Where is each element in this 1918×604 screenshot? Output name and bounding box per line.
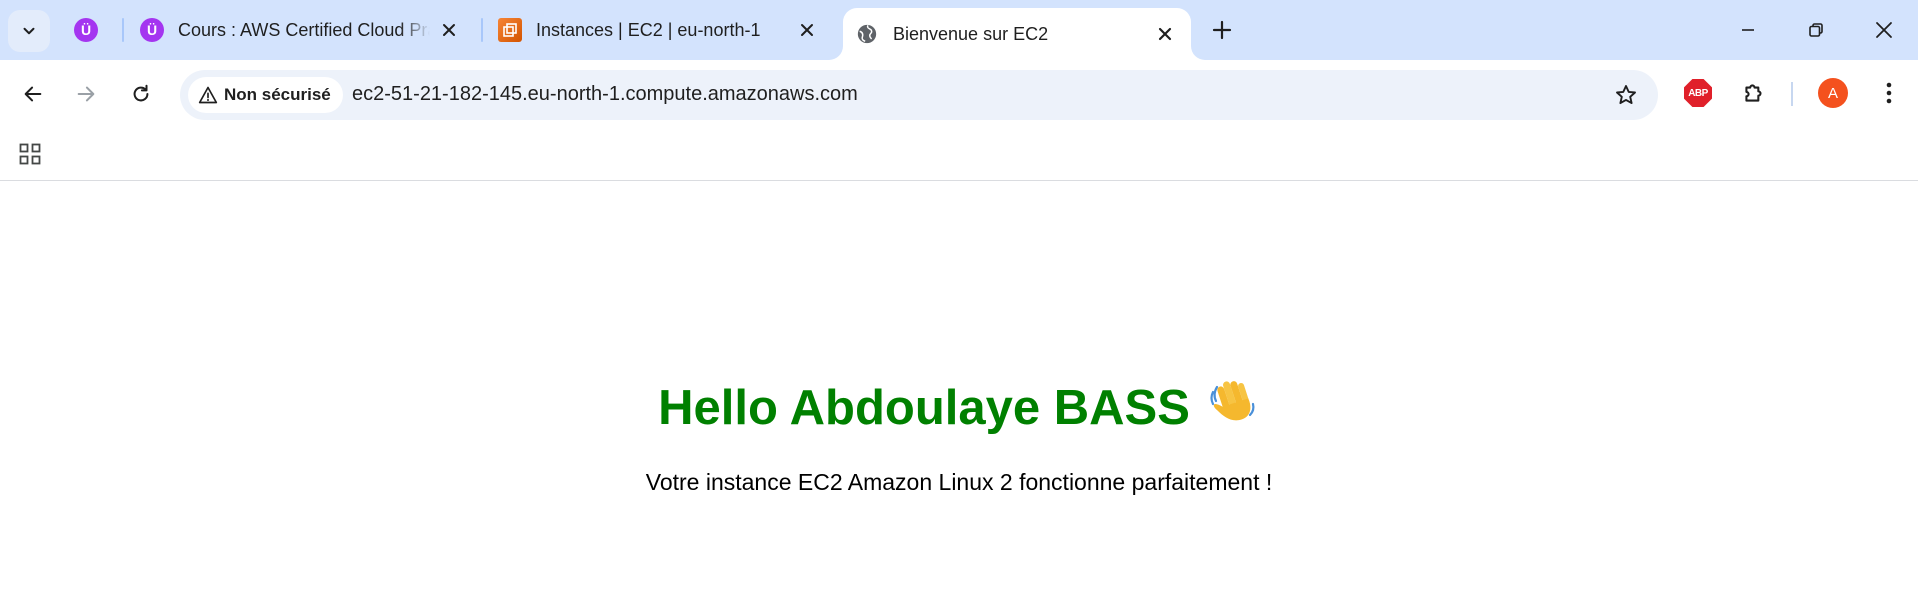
apps-grid-icon: [19, 143, 41, 165]
tab-strip: Ü Ü Cours : AWS Certified Cloud Practiti…: [0, 0, 1918, 60]
arrow-left-icon: [24, 86, 42, 102]
profile-avatar[interactable]: A: [1818, 78, 1848, 108]
apps-button[interactable]: [14, 138, 46, 170]
udemy-icon: Ü: [74, 18, 98, 42]
tab-pinned-udemy[interactable]: Ü: [74, 0, 104, 60]
close-icon: [443, 24, 455, 36]
bookmark-star-button[interactable]: [1612, 81, 1640, 109]
browser-toolbar: Non sécurisé ec2-51-21-182-145.eu-north-…: [0, 60, 1918, 128]
kebab-menu-icon: [1886, 82, 1892, 104]
close-window-button[interactable]: [1850, 0, 1918, 60]
tab-separator: [122, 18, 124, 42]
puzzle-icon: [1745, 84, 1762, 102]
chevron-down-icon: [23, 27, 35, 35]
minimize-icon: [1742, 29, 1754, 31]
tab-bienvenue-ec2[interactable]: Bienvenue sur EC2: [843, 8, 1191, 60]
heading-text: Hello Abdoulaye BASS: [658, 380, 1190, 435]
security-chip[interactable]: Non sécurisé: [188, 77, 343, 113]
tab-ec2-instances[interactable]: Instances | EC2 | eu-north-1: [498, 0, 833, 60]
globe-icon: [855, 22, 879, 46]
adblock-plus-icon: ABP: [1684, 79, 1712, 107]
address-bar[interactable]: Non sécurisé ec2-51-21-182-145.eu-north-…: [180, 70, 1658, 120]
tab-search-button[interactable]: [8, 10, 50, 52]
reload-button[interactable]: [121, 74, 161, 114]
browser-menu-button[interactable]: [1872, 76, 1906, 110]
back-button[interactable]: [13, 74, 53, 114]
waving-hand-icon: [1208, 375, 1260, 439]
tab-separator: [481, 18, 483, 42]
tab-close-button[interactable]: [795, 18, 819, 42]
page-heading: Hello Abdoulaye BASS: [0, 379, 1918, 443]
restore-icon: [1809, 23, 1823, 37]
security-chip-label: Non sécurisé: [224, 85, 331, 104]
udemy-icon: Ü: [140, 18, 164, 42]
warning-icon: [198, 86, 218, 104]
close-icon: [801, 24, 813, 36]
tab-udemy-course[interactable]: Ü Cours : AWS Certified Cloud Practition…: [140, 0, 475, 60]
tab-close-button[interactable]: [1153, 22, 1177, 46]
bookmarks-bar: [0, 128, 1918, 181]
new-tab-button[interactable]: [1206, 14, 1238, 46]
tab-close-button[interactable]: [437, 18, 461, 42]
tab-title: Instances | EC2 | eu-north-1: [536, 19, 761, 40]
page-content: Hello Abdoulaye BASS Votre instance EC2 …: [0, 181, 1918, 604]
status-message: Votre instance EC2 Amazon Linux 2 foncti…: [645, 469, 1273, 495]
tab-title: Bienvenue sur EC2: [893, 23, 1049, 44]
plus-icon: [1212, 20, 1232, 40]
star-icon: [1616, 85, 1636, 105]
adblock-plus-extension[interactable]: ABP: [1681, 76, 1715, 110]
arrow-right-icon: [77, 86, 95, 102]
extensions-button[interactable]: [1737, 76, 1771, 110]
tab-title: Cours : AWS Certified Cloud Practitioner: [178, 19, 430, 40]
aws-ec2-icon: [498, 18, 522, 42]
toolbar-divider: [1791, 82, 1793, 106]
close-icon: [1876, 22, 1892, 38]
close-icon: [1158, 27, 1172, 41]
reload-icon: [133, 84, 149, 102]
url-text[interactable]: ec2-51-21-182-145.eu-north-1.compute.ama…: [352, 83, 858, 106]
forward-button[interactable]: [66, 74, 106, 114]
minimize-button[interactable]: [1714, 0, 1782, 60]
restore-button[interactable]: [1782, 0, 1850, 60]
